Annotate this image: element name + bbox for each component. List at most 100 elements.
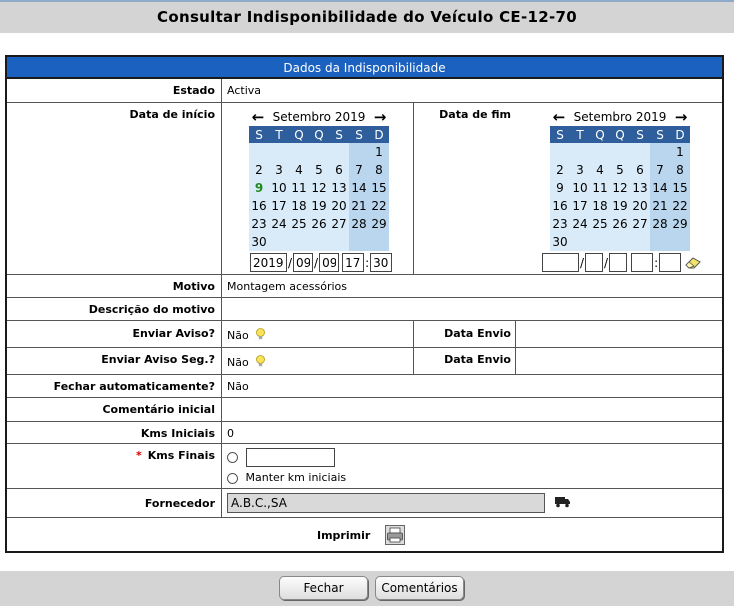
footer-bar: Fechar Comentários xyxy=(0,571,734,606)
calendar-day[interactable]: 21 xyxy=(650,197,670,215)
lightbulb-icon[interactable] xyxy=(255,355,266,367)
calendar-day[interactable]: 19 xyxy=(309,197,329,215)
minute-input[interactable] xyxy=(370,253,393,272)
calendar-day[interactable]: 16 xyxy=(550,197,570,215)
calendar-day[interactable]: 1 xyxy=(670,143,690,161)
calendar-day[interactable]: 9 xyxy=(249,179,269,197)
calendar-day[interactable]: 25 xyxy=(289,215,309,233)
calendar-empty-cell xyxy=(369,233,389,251)
keep-kms-radio[interactable] xyxy=(227,472,238,484)
minute-input[interactable] xyxy=(659,253,682,272)
kms-finais-radio[interactable] xyxy=(227,452,238,463)
calendar-day[interactable]: 29 xyxy=(369,215,389,233)
calendar-day[interactable]: 4 xyxy=(590,161,610,179)
calendar-day[interactable]: 5 xyxy=(610,161,630,179)
calendar-day[interactable]: 27 xyxy=(329,215,349,233)
calendar-day[interactable]: 30 xyxy=(249,233,269,251)
prev-month-icon[interactable]: ← xyxy=(249,108,267,126)
calendar-day[interactable]: 7 xyxy=(650,161,670,179)
calendar-week: 1 xyxy=(550,143,690,161)
calendar-day[interactable]: 19 xyxy=(610,197,630,215)
calendar-day[interactable]: 13 xyxy=(630,179,650,197)
eraser-icon[interactable] xyxy=(685,256,701,269)
calendar-day[interactable]: 18 xyxy=(590,197,610,215)
calendar-day[interactable]: 3 xyxy=(269,161,289,179)
calendar-day[interactable]: 17 xyxy=(269,197,289,215)
calendar-day[interactable]: 4 xyxy=(289,161,309,179)
calendar-day[interactable]: 2 xyxy=(550,161,570,179)
calendar-day[interactable]: 20 xyxy=(630,197,650,215)
calendar-day[interactable]: 23 xyxy=(550,215,570,233)
next-month-icon[interactable]: → xyxy=(672,108,690,126)
prev-month-icon[interactable]: ← xyxy=(550,108,568,126)
calendar-day[interactable]: 24 xyxy=(570,215,590,233)
comentarios-button[interactable]: Comentários xyxy=(375,576,464,600)
calendar-day[interactable]: 16 xyxy=(249,197,269,215)
calendar-day[interactable]: 11 xyxy=(289,179,309,197)
calendar-day[interactable]: 25 xyxy=(590,215,610,233)
month-input[interactable] xyxy=(293,253,314,272)
calendar-empty-cell xyxy=(570,233,590,251)
month-input[interactable] xyxy=(585,253,604,272)
calendar-day[interactable]: 28 xyxy=(349,215,369,233)
fechar-button[interactable]: Fechar xyxy=(279,576,368,600)
calendar-day[interactable]: 18 xyxy=(289,197,309,215)
calendar-day[interactable]: 20 xyxy=(329,197,349,215)
calendar-day[interactable]: 17 xyxy=(570,197,590,215)
kms-finais-input[interactable] xyxy=(245,448,335,467)
calendar-day[interactable]: 30 xyxy=(550,233,570,251)
fornecedor-field[interactable]: A.B.C.,SA xyxy=(227,493,545,513)
calendar-day[interactable]: 22 xyxy=(670,197,690,215)
year-input[interactable] xyxy=(542,253,579,272)
calendar-day[interactable]: 10 xyxy=(570,179,590,197)
aviso-seg-label: Enviar Aviso Seg.? xyxy=(101,353,215,366)
calendar-day[interactable]: 26 xyxy=(309,215,329,233)
calendar-empty-cell xyxy=(349,233,369,251)
calendar-month-label: Setembro 2019 xyxy=(573,110,667,124)
calendar-day[interactable]: 9 xyxy=(550,179,570,197)
calendar-day[interactable]: 14 xyxy=(650,179,670,197)
kms-iniciais-label: Kms Iniciais xyxy=(140,427,215,440)
row-aviso-seg: Enviar Aviso Seg.? Não Data Envio xyxy=(7,347,722,375)
calendar-day[interactable]: 13 xyxy=(329,179,349,197)
row-aviso: Enviar Aviso? Não Data Envio xyxy=(7,320,722,348)
calendar-day[interactable]: 15 xyxy=(670,179,690,197)
day-input[interactable] xyxy=(319,253,340,272)
hour-input[interactable] xyxy=(631,253,654,272)
calendar-day[interactable]: 26 xyxy=(610,215,630,233)
calendar-day[interactable]: 11 xyxy=(590,179,610,197)
calendar-day[interactable]: 2 xyxy=(249,161,269,179)
calendar-day[interactable]: 8 xyxy=(670,161,690,179)
calendar-day[interactable]: 22 xyxy=(369,197,389,215)
calendar-day[interactable]: 27 xyxy=(630,215,650,233)
motivo-value: Montagem acessórios xyxy=(227,280,347,293)
calendar-day[interactable]: 15 xyxy=(369,179,389,197)
calendar-day[interactable]: 28 xyxy=(650,215,670,233)
next-month-icon[interactable]: → xyxy=(371,108,389,126)
calendar-day[interactable]: 1 xyxy=(369,143,389,161)
day-input[interactable] xyxy=(609,253,628,272)
hour-input[interactable] xyxy=(342,253,365,272)
calendar-day[interactable]: 6 xyxy=(630,161,650,179)
calendar-day[interactable]: 7 xyxy=(349,161,369,179)
printer-icon[interactable] xyxy=(385,525,405,545)
calendar-day[interactable]: 10 xyxy=(269,179,289,197)
calendar-day[interactable]: 5 xyxy=(309,161,329,179)
weekday-header: S xyxy=(550,126,570,143)
truck-icon[interactable] xyxy=(555,496,571,508)
calendar-day[interactable]: 24 xyxy=(269,215,289,233)
calendar-day[interactable]: 12 xyxy=(309,179,329,197)
calendar-week: 30 xyxy=(550,233,690,251)
calendar-day[interactable]: 14 xyxy=(349,179,369,197)
calendar-day[interactable]: 3 xyxy=(570,161,590,179)
calendar-day[interactable]: 23 xyxy=(249,215,269,233)
calendar-day[interactable]: 6 xyxy=(329,161,349,179)
calendar-day[interactable]: 12 xyxy=(610,179,630,197)
calendar-day[interactable]: 29 xyxy=(670,215,690,233)
calendar-day[interactable]: 21 xyxy=(349,197,369,215)
lightbulb-icon[interactable] xyxy=(255,328,266,340)
year-input[interactable] xyxy=(250,253,287,272)
row-fechar: Fechar automaticamente? Não xyxy=(7,374,722,397)
row-kms-finais: * Kms Finais Manter km iniciais xyxy=(7,443,722,488)
calendar-day[interactable]: 8 xyxy=(369,161,389,179)
